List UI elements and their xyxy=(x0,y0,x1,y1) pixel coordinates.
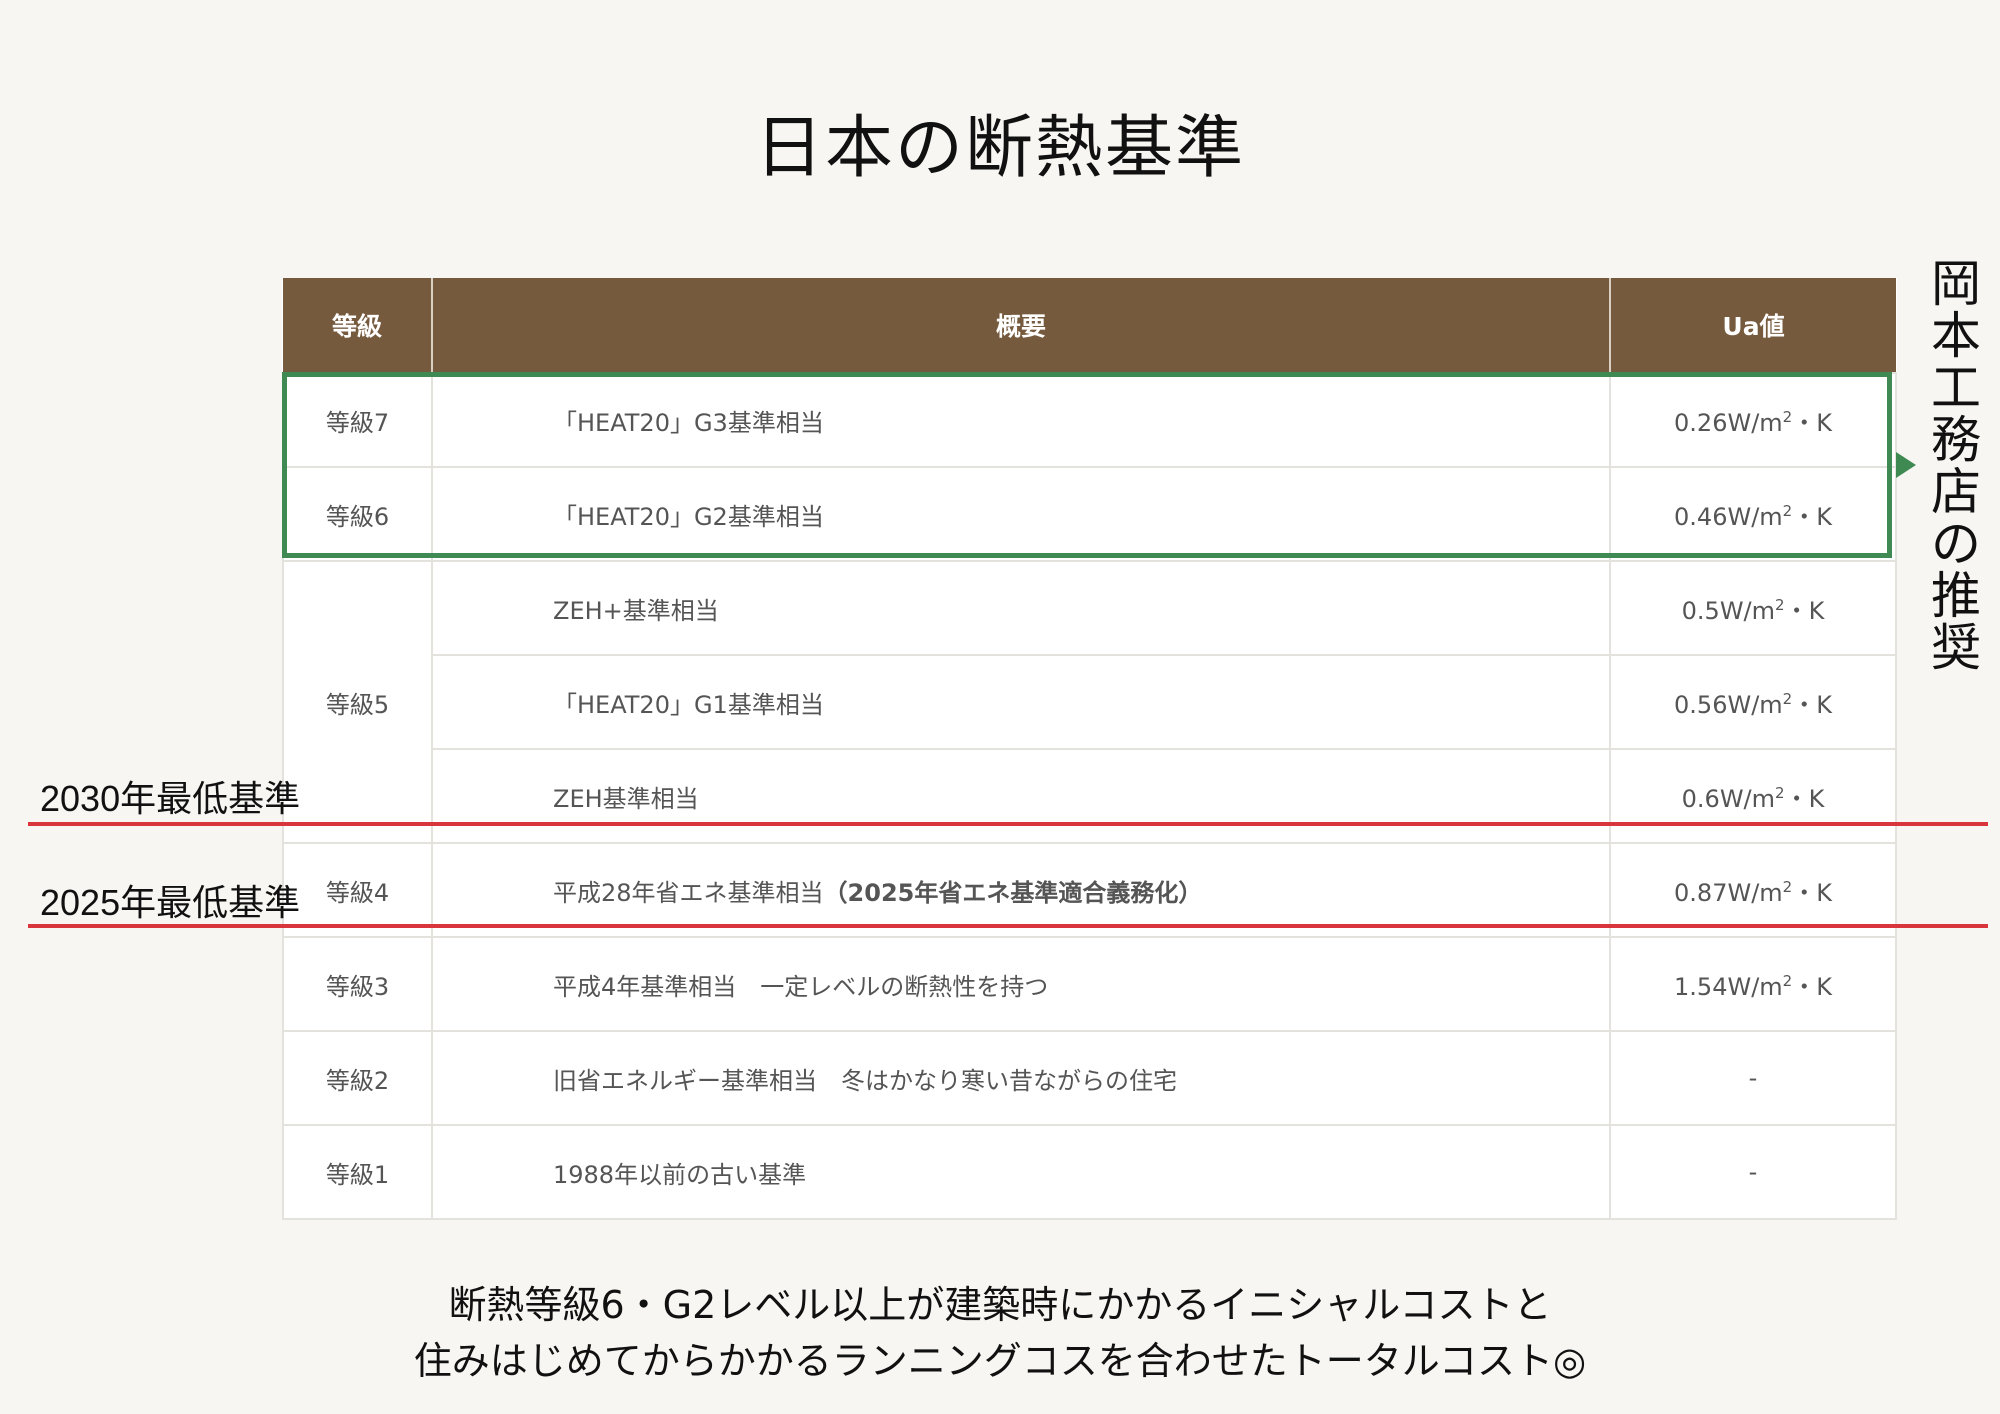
bottom-text-line1: 断熱等級6・G2レベル以上が建築時にかかるイニシャルコストと xyxy=(448,1283,1552,1327)
ua-value: 1.54W/m xyxy=(1674,972,1783,1001)
recommend-label-char: 本 xyxy=(1931,307,1981,365)
recommend-label-char: 推 xyxy=(1931,567,1981,625)
ua-cell: 0.5W/m2・K xyxy=(1609,560,1897,656)
summary-cell: 「HEAT20」G1基準相当 xyxy=(431,654,1611,750)
summary-cell: 1988年以前の古い基準 xyxy=(431,1124,1611,1220)
ua-cell: - xyxy=(1609,1124,1897,1220)
recommend-label-char: 務 xyxy=(1931,411,1981,469)
ua-cell: 0.6W/m2・K xyxy=(1609,748,1897,844)
recommend-label-char: 店 xyxy=(1931,463,1981,521)
ua-exponent: 2 xyxy=(1782,971,1793,990)
table-row: 等級5 ZEH+基準相当 0.5W/m2・K xyxy=(282,560,1897,844)
ua-exponent: 2 xyxy=(1782,877,1793,896)
recommend-label-char: の xyxy=(1931,515,1981,573)
summary-cell: 旧省エネルギー基準相当 冬はかなり寒い昔ながらの住宅 xyxy=(431,1030,1611,1126)
ua-value: 0.5W/m xyxy=(1681,596,1776,625)
ua-exponent: 2 xyxy=(1775,783,1785,802)
recommend-label-char: 奨 xyxy=(1931,619,1981,677)
table-row: 等級3 平成4年基準相当 一定レベルの断熱性を持つ 1.54W/m2・K xyxy=(282,936,1897,1032)
ua-value: 0.56W/m xyxy=(1674,690,1783,719)
recommended-range-box xyxy=(282,372,1892,558)
table-header-row: 等級 概要 Ua値 xyxy=(283,278,1896,373)
summary-cell: 平成4年基準相当 一定レベルの断熱性を持つ xyxy=(431,936,1611,1032)
ua-value: 0.87W/m xyxy=(1674,878,1783,907)
grade-cell: 等級1 xyxy=(282,1124,433,1220)
ua-unit: ・K xyxy=(1792,972,1832,1001)
min-2030-label: 2030年最低基準 xyxy=(40,778,301,819)
summary-cell: ZEH基準相当 xyxy=(431,748,1611,844)
ua-cell: 1.54W/m2・K xyxy=(1609,936,1897,1032)
min-2025-line xyxy=(28,924,1988,928)
grade-cell: 等級3 xyxy=(282,936,433,1032)
summary-cell: ZEH+基準相当 xyxy=(431,560,1611,656)
table-row: 等級2 旧省エネルギー基準相当 冬はかなり寒い昔ながらの住宅 - xyxy=(282,1030,1897,1126)
summary-mandatory-note: （2025年省エネ基準適合義務化） xyxy=(823,878,1203,907)
recommend-label-char: 工 xyxy=(1931,359,1981,417)
grade-cell: 等級4 xyxy=(282,842,433,938)
bottom-text-line2: 住みはじめてからかかるランニングコスを合わせたトータルコスト◎ xyxy=(413,1339,1587,1383)
ua-unit: ・K xyxy=(1792,690,1832,719)
ua-cell: 0.87W/m2・K xyxy=(1609,842,1897,938)
ua-cell: - xyxy=(1609,1030,1897,1126)
ua-exponent: 2 xyxy=(1775,595,1785,614)
table-row: ZEH基準相当 0.6W/m2・K xyxy=(283,748,1897,844)
min-2025-label: 2025年最低基準 xyxy=(40,882,301,923)
grade-cell: 等級5 xyxy=(282,560,433,844)
header-ua: Ua値 xyxy=(1610,278,1896,373)
recommend-label-char: 岡 xyxy=(1931,255,1981,313)
ua-cell: 0.56W/m2・K xyxy=(1609,654,1897,750)
recommend-arrow-icon xyxy=(1896,452,1916,478)
summary-text: 平成28年省エネ基準相当 xyxy=(553,878,824,907)
ua-unit: ・K xyxy=(1792,878,1832,907)
ua-value: 0.6W/m xyxy=(1681,784,1776,813)
table-row: 等級1 1988年以前の古い基準 - xyxy=(282,1124,1897,1220)
summary-cell: 平成28年省エネ基準相当（2025年省エネ基準適合義務化） xyxy=(431,842,1611,938)
grade-cell: 等級2 xyxy=(282,1030,433,1126)
ua-unit: ・K xyxy=(1784,596,1825,625)
ua-unit: ・K xyxy=(1784,784,1825,813)
recommend-label: 岡 本 工 務 店 の 推 奨 xyxy=(1928,258,1984,674)
min-2030-line xyxy=(28,822,1988,826)
header-summary: 概要 xyxy=(432,278,1611,373)
header-grade: 等級 xyxy=(283,278,433,373)
table-row: 等級4 平成28年省エネ基準相当（2025年省エネ基準適合義務化） 0.87W/… xyxy=(282,842,1897,938)
page-title: 日本の断熱基準 xyxy=(754,109,1245,188)
ua-exponent: 2 xyxy=(1782,689,1793,708)
table-row: 「HEAT20」G1基準相当 0.56W/m2・K xyxy=(283,654,1897,750)
